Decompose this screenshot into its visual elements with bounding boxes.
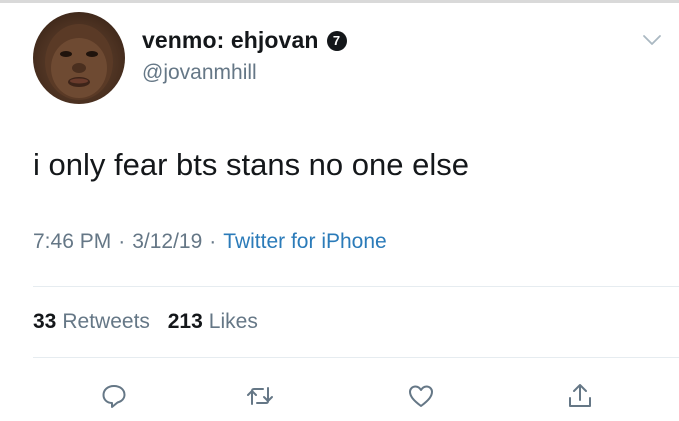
divider: [33, 286, 679, 287]
tweet-stats: 33 Retweets 213 Likes: [33, 310, 270, 334]
chevron-down-icon[interactable]: [640, 30, 664, 50]
divider: [33, 357, 679, 358]
likes-label: Likes: [208, 310, 258, 333]
verified-badge-icon: 7: [326, 30, 347, 51]
reply-icon[interactable]: [98, 380, 130, 412]
heart-icon[interactable]: [405, 380, 437, 412]
tweet-meta: 7:46 PM · 3/12/19 · Twitter for iPhone: [33, 230, 387, 254]
share-icon[interactable]: [564, 380, 596, 412]
retweet-icon[interactable]: [244, 380, 276, 412]
tweet-time[interactable]: 7:46 PM: [33, 230, 111, 253]
retweets-label: Retweets: [62, 310, 150, 333]
tweet-text: i only fear bts stans no one else: [33, 147, 469, 182]
display-name[interactable]: venmo: ehjovan: [142, 27, 319, 54]
retweets-stat[interactable]: 33 Retweets: [33, 310, 150, 333]
user-info[interactable]: venmo: ehjovan 7: [142, 27, 347, 54]
user-handle[interactable]: @jovanmhill: [142, 61, 257, 85]
tweet-date[interactable]: 3/12/19: [132, 230, 202, 253]
top-border: [0, 0, 679, 3]
tweet-card: venmo: ehjovan 7 @jovanmhill i only fear…: [0, 0, 679, 421]
avatar[interactable]: [33, 12, 125, 104]
meta-separator: ·: [209, 230, 217, 253]
meta-separator: ·: [118, 230, 126, 253]
likes-count: 213: [167, 310, 203, 333]
retweets-count: 33: [33, 310, 57, 333]
tweet-source-link[interactable]: Twitter for iPhone: [223, 230, 386, 253]
likes-stat[interactable]: 213 Likes: [168, 310, 258, 333]
